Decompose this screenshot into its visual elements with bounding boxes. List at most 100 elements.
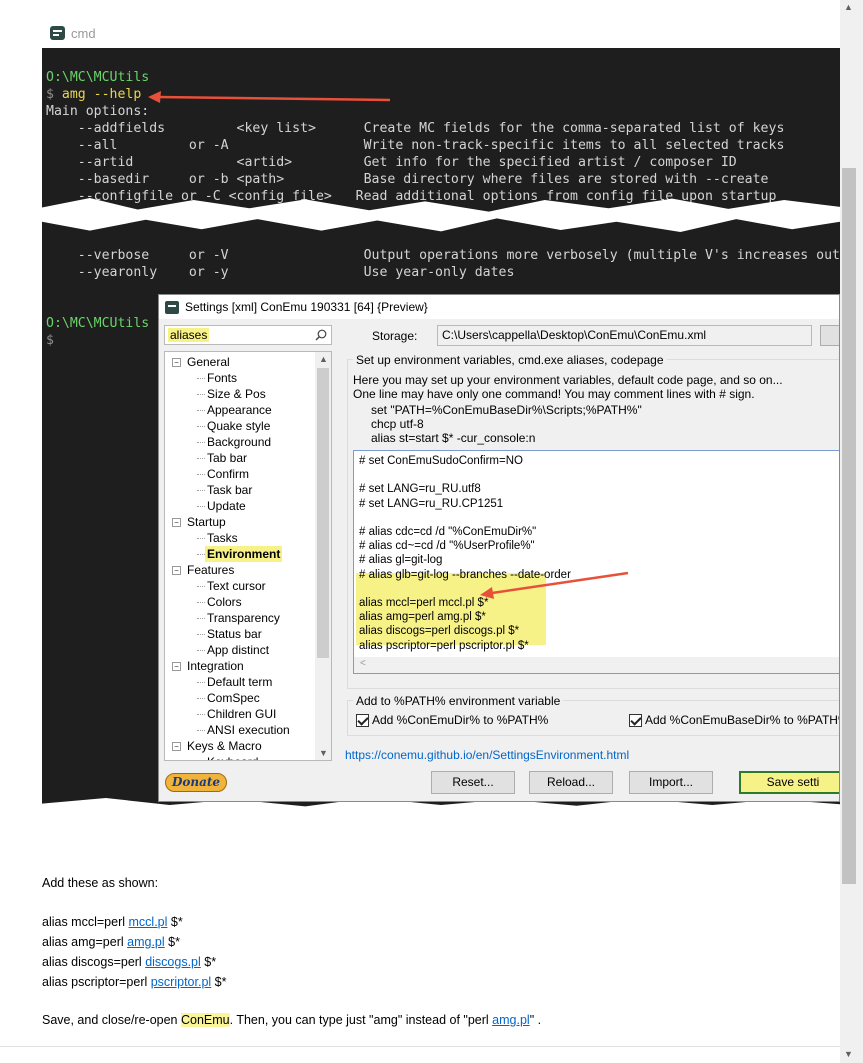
alias-line: alias mccl=perl mccl.pl $* [42, 915, 183, 929]
tree-item-app-distinct[interactable]: App distinct [165, 642, 315, 658]
checkbox-checked-icon[interactable] [629, 713, 642, 727]
closing-text: " . [529, 1013, 542, 1027]
tree-item-colors[interactable]: Colors [165, 594, 315, 610]
tree-item-label: Default term [207, 675, 273, 689]
tree-scrollbar[interactable]: ▲ ▼ [315, 352, 331, 760]
tree-item-comspec[interactable]: ComSpec [165, 690, 315, 706]
editor-hscrollbar[interactable]: < [354, 657, 839, 673]
terminal-output-line: --addfields <key list> Create MC fields … [46, 121, 785, 136]
save-settings-button[interactable]: Save setti [739, 771, 839, 794]
alias-prefix: alias discogs=perl [42, 955, 146, 969]
editor-line: alias discogs=perl discogs.pl $* [359, 625, 520, 638]
scroll-up-icon[interactable]: ▲ [844, 2, 853, 12]
tree-item-general[interactable]: − General [165, 354, 315, 370]
import-button[interactable]: Import... [629, 771, 713, 794]
tree-item-keys-macro[interactable]: − Keys & Macro [165, 738, 315, 754]
chevron-down-icon[interactable]: ▼ [319, 748, 328, 758]
chevron-left-icon[interactable]: < [360, 658, 366, 669]
page-scrollbar[interactable]: ▲ ▼ [840, 0, 863, 1063]
tree-item-label: Tab bar [207, 451, 248, 465]
tree-item-label: Integration [187, 659, 244, 673]
tree-item-label: Task bar [207, 483, 253, 497]
tree-item-label: Quake style [207, 419, 271, 433]
tree-scrollbar-thumb[interactable] [317, 368, 329, 658]
settings-titlebar[interactable]: Settings [xml] ConEmu 190331 [64] {Previ… [159, 295, 839, 319]
tree-item-label: Text cursor [207, 579, 266, 593]
tree-item-size-pos[interactable]: Size & Pos [165, 386, 315, 402]
terminal-output-line: --artid <artid> Get info for the specifi… [46, 155, 737, 170]
tree-item-children-gui[interactable]: Children GUI [165, 706, 315, 722]
editor-line: # set LANG=ru_RU.utf8 [359, 483, 481, 496]
collapse-icon[interactable]: − [172, 518, 181, 527]
tree-item-transparency[interactable]: Transparency [165, 610, 315, 626]
terminal-output-line: --verbose or -V Output operations more v… [46, 248, 840, 263]
alias-suffix: $* [164, 935, 180, 949]
script-link[interactable]: amg.pl [127, 935, 165, 949]
alias-suffix: $* [211, 975, 227, 989]
checkbox-checked-icon[interactable] [356, 713, 369, 727]
script-link[interactable]: discogs.pl [145, 955, 201, 969]
help-link[interactable]: https://conemu.github.io/en/SettingsEnvi… [345, 748, 629, 762]
terminal-prompt: $ [46, 333, 54, 348]
collapse-icon[interactable]: − [172, 742, 181, 751]
storage-path-field[interactable]: C:\Users\cappella\Desktop\ConEmu\ConEmu.… [437, 325, 812, 346]
alias-prefix: alias mccl=perl [42, 915, 129, 929]
settings-search-input[interactable]: aliases [164, 325, 332, 345]
callout-arrow-icon [148, 91, 391, 103]
tree-item-integration[interactable]: − Integration [165, 658, 315, 674]
terminal-header: cmd [50, 24, 96, 42]
search-icon[interactable] [315, 329, 327, 341]
editor-line: # set LANG=ru_RU.CP1251 [359, 497, 504, 510]
article-closing: Save, and close/re-open ConEmu. Then, yo… [42, 1013, 541, 1027]
alias-prefix: alias amg=perl [42, 935, 128, 949]
settings-tree[interactable]: − General Fonts Size & Pos Appearance Quake s… [164, 351, 332, 761]
tree-item-quake-style[interactable]: Quake style [165, 418, 315, 434]
tree-item-tab-bar[interactable]: Tab bar [165, 450, 315, 466]
tree-item-label: Children GUI [207, 707, 277, 721]
alias-prefix: alias pscriptor=perl [42, 975, 151, 989]
tree-item-default-term[interactable]: Default term [165, 674, 315, 690]
collapse-icon[interactable]: − [172, 662, 181, 671]
tree-item-label: Startup [187, 515, 226, 529]
collapse-icon[interactable]: − [172, 566, 181, 575]
terminal-output-line: Main options: [46, 104, 150, 119]
chevron-up-icon[interactable]: ▲ [319, 354, 328, 364]
tree-item-text-cursor[interactable]: Text cursor [165, 578, 315, 594]
tree-item-environment[interactable]: Environment [165, 546, 315, 562]
example-line: alias st=start $* -cur_console:n [371, 431, 536, 445]
storage-browse-button[interactable] [820, 325, 839, 346]
closing-text: . Then, you can type just "amg" instead … [229, 1013, 493, 1027]
amg-link[interactable]: amg.pl [492, 1013, 530, 1027]
tree-item-fonts[interactable]: Fonts [165, 370, 315, 386]
reset-button[interactable]: Reset... [431, 771, 515, 794]
tree-item-features[interactable]: − Features [165, 562, 315, 578]
terminal-output-line: --yearonly or -y Use year-only dates [46, 265, 515, 280]
tree-item-confirm[interactable]: Confirm [165, 466, 315, 482]
editor-line: # alias cd~=cd /d "%UserProfile%" [359, 540, 535, 553]
script-link[interactable]: mccl.pl [129, 915, 168, 929]
script-link[interactable]: pscriptor.pl [151, 975, 211, 989]
add-conemudir-checkbox[interactable]: Add %ConEmuDir% to %PATH% [356, 713, 548, 727]
donate-button[interactable]: Donate [165, 773, 227, 792]
tree-item-label: Keys & Macro [187, 739, 262, 753]
environment-editor[interactable]: # set ConEmuSudoConfirm=NO # set LANG=ru_… [353, 450, 839, 674]
tree-item-appearance[interactable]: Appearance [165, 402, 315, 418]
scroll-down-icon[interactable]: ▼ [844, 1049, 853, 1059]
tree-item-update[interactable]: Update [165, 498, 315, 514]
alias-suffix: $* [200, 955, 217, 969]
tree-item-task-bar[interactable]: Task bar [165, 482, 315, 498]
alias-line: alias amg=perl amg.pl $* [42, 935, 180, 949]
collapse-icon[interactable]: − [172, 358, 181, 367]
storage-label: Storage: [372, 329, 418, 343]
tree-item-tasks[interactable]: Tasks [165, 530, 315, 546]
reload-button[interactable]: Reload... [529, 771, 613, 794]
tree-item-keyboard[interactable]: Keyboard [165, 754, 315, 760]
tree-item-startup[interactable]: − Startup [165, 514, 315, 530]
tree-item-ansi-execution[interactable]: ANSI execution [165, 722, 315, 738]
tree-item-status-bar[interactable]: Status bar [165, 626, 315, 642]
page-scrollbar-thumb[interactable] [842, 168, 856, 884]
tree-item-label: Confirm [207, 467, 250, 481]
tree-item-background[interactable]: Background [165, 434, 315, 450]
add-conemubasedir-checkbox[interactable]: Add %ConEmuBaseDir% to %PATH% [629, 713, 839, 727]
tree-item-label: Fonts [207, 371, 238, 385]
